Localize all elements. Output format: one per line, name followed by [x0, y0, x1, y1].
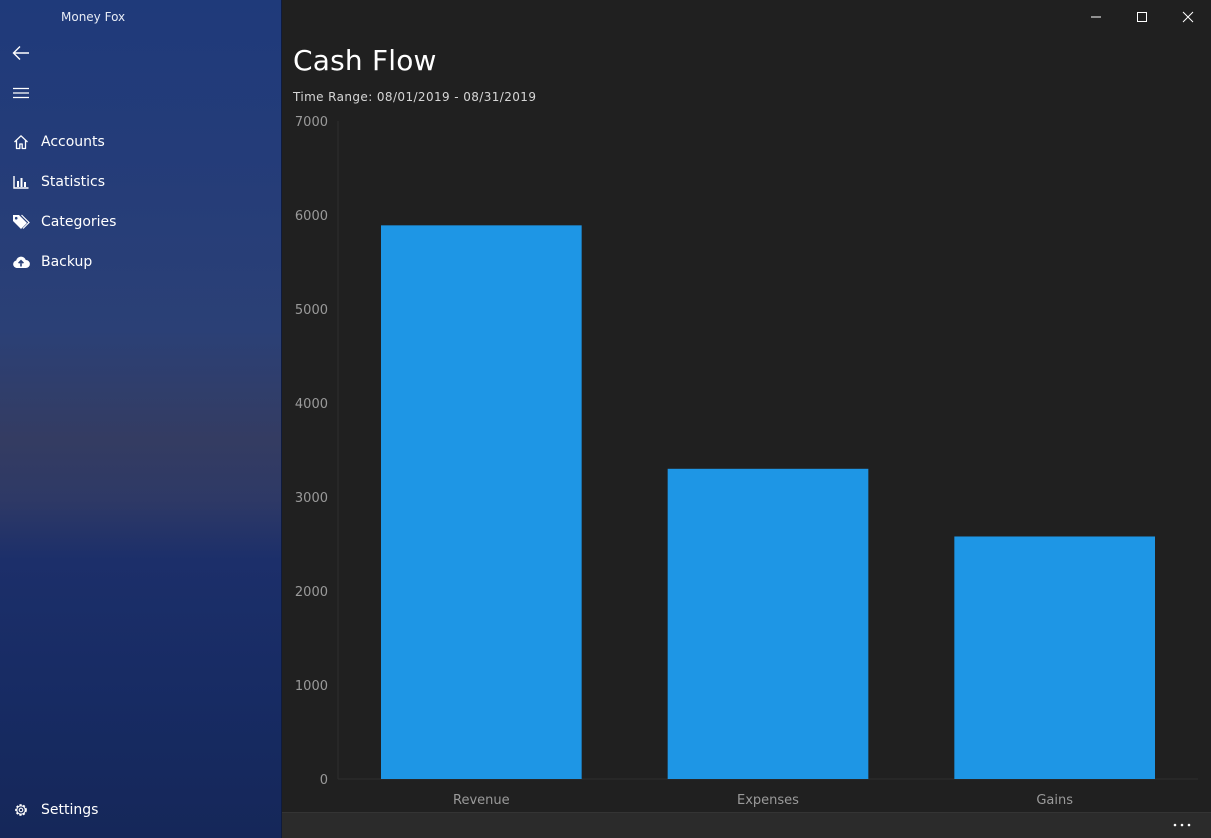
y-tick-label: 0: [320, 773, 328, 788]
bar-gains: [954, 536, 1155, 779]
nav-item-statistics[interactable]: Statistics: [0, 162, 281, 202]
home-icon: [14, 135, 28, 150]
hamburger-icon: [13, 87, 29, 99]
back-arrow-icon: [12, 46, 29, 60]
back-button[interactable]: [8, 40, 34, 66]
cloud-upload-icon: [13, 256, 30, 268]
time-range-label: Time Range:: [293, 90, 373, 104]
nav-item-label: Backup: [41, 254, 93, 270]
x-tick-label: Gains: [1036, 793, 1073, 808]
menu-toggle-button[interactable]: [8, 80, 34, 106]
command-bar: [282, 812, 1211, 838]
content-area: Cash Flow Time Range: 08/01/2019 - 08/31…: [282, 0, 1211, 838]
nav-item-settings[interactable]: Settings: [0, 790, 281, 830]
maximize-icon: [1137, 12, 1147, 22]
bar-expenses: [667, 468, 869, 779]
minimize-button[interactable]: [1073, 0, 1119, 34]
bar-revenue: [381, 225, 582, 780]
y-tick-label: 4000: [295, 397, 328, 412]
close-icon: [1182, 11, 1194, 23]
time-range: Time Range: 08/01/2019 - 08/31/2019: [293, 90, 536, 104]
cash-flow-chart: 0 1000 2000 3000 4000 5000 6000 7000 Revenue Expe…: [295, 115, 1198, 808]
page-title: Cash Flow: [293, 44, 437, 77]
bar-chart-icon: [13, 176, 29, 189]
y-tick-label: 1000: [295, 679, 328, 694]
minimize-icon: [1091, 16, 1101, 18]
nav-item-categories[interactable]: Categories: [0, 202, 281, 242]
y-tick-label: 3000: [295, 491, 328, 506]
nav-item-label: Statistics: [41, 174, 105, 190]
nav-item-accounts[interactable]: Accounts: [0, 122, 281, 162]
window-controls: [1073, 0, 1211, 34]
more-ellipsis-icon: [1173, 823, 1191, 827]
app-title: Money Fox: [61, 10, 126, 24]
nav-item-label: Accounts: [41, 134, 105, 150]
y-tick-label: 7000: [295, 115, 328, 130]
x-tick-label: Revenue: [453, 793, 510, 808]
y-tick-label: 6000: [295, 209, 328, 224]
navigation-pane: Money Fox Accounts Statistics Categories…: [0, 0, 282, 838]
maximize-button[interactable]: [1119, 0, 1165, 34]
nav-item-backup[interactable]: Backup: [0, 242, 281, 282]
gear-icon: [15, 804, 27, 816]
nav-item-label: Settings: [41, 802, 99, 818]
nav-item-label: Categories: [41, 214, 117, 230]
close-button[interactable]: [1165, 0, 1211, 34]
y-tick-label: 2000: [295, 585, 328, 600]
x-tick-label: Expenses: [737, 793, 799, 808]
y-tick-label: 5000: [295, 303, 328, 318]
tag-icon: [13, 214, 30, 229]
more-button[interactable]: [1167, 815, 1197, 835]
time-range-value: 08/01/2019 - 08/31/2019: [376, 90, 537, 104]
